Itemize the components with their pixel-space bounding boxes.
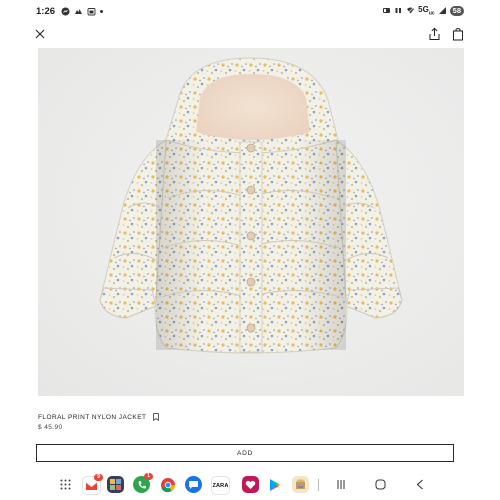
gmail-app-icon[interactable]: 9 xyxy=(82,474,103,495)
taskbar-divider xyxy=(318,479,319,491)
gallery-icon xyxy=(110,479,121,490)
product-name-row: FLORAL PRINT NYLON JACKET xyxy=(38,413,160,421)
signal-icon xyxy=(438,6,447,15)
phone-badge: 1 xyxy=(144,473,153,480)
chrome-app-icon[interactable] xyxy=(159,476,176,493)
status-time: 1:26 xyxy=(36,6,56,17)
status-bar: 1:26 5Guc 58 xyxy=(0,0,500,22)
app-drawer-icon[interactable] xyxy=(60,479,71,490)
alarm-icon xyxy=(382,6,391,15)
chat-bubble-icon xyxy=(189,480,198,489)
mute-icon xyxy=(394,6,403,15)
amazon-app-icon[interactable] xyxy=(292,476,309,493)
status-left: 1:26 xyxy=(36,6,104,17)
product-price: $ 45.90 xyxy=(38,424,63,431)
play-store-icon xyxy=(270,478,282,491)
heart-app-icon[interactable] xyxy=(242,476,259,493)
dot-icon xyxy=(100,10,104,13)
top-app-bar xyxy=(0,24,500,46)
phone-app-icon[interactable]: 1 xyxy=(133,473,153,493)
gmail-badge: 9 xyxy=(94,474,103,481)
share-icon[interactable] xyxy=(428,27,441,41)
network-type: 5Guc xyxy=(418,5,435,17)
heart-icon xyxy=(245,480,256,489)
shopping-bag-icon[interactable] xyxy=(452,27,464,41)
close-icon[interactable] xyxy=(34,28,46,40)
product-image[interactable] xyxy=(38,48,464,396)
gmail-logo-icon xyxy=(85,481,98,490)
battery-indicator: 58 xyxy=(449,5,464,16)
chrome-icon xyxy=(160,477,175,492)
back-icon[interactable] xyxy=(416,479,424,490)
play-store-app-icon[interactable] xyxy=(267,476,284,493)
calendar-icon xyxy=(87,7,96,16)
home-icon[interactable] xyxy=(375,479,386,490)
amazon-box-icon xyxy=(296,479,305,489)
wifi-off-icon xyxy=(406,6,415,15)
cloud-icon xyxy=(74,7,83,16)
messages-app-icon[interactable] xyxy=(185,476,202,493)
zara-app-icon[interactable]: ZARA xyxy=(211,476,230,495)
bookmark-icon[interactable] xyxy=(153,413,160,421)
status-right: 5Guc 58 xyxy=(382,5,464,17)
navigation-bar: 9 1 ZARA xyxy=(0,470,500,500)
add-to-bag-button[interactable]: ADD xyxy=(36,444,454,462)
phone-icon xyxy=(138,480,146,488)
gallery-app-icon[interactable] xyxy=(107,476,124,493)
recents-icon[interactable] xyxy=(336,479,346,490)
messenger-icon xyxy=(61,7,70,16)
jacket-illustration xyxy=(99,57,403,354)
product-name: FLORAL PRINT NYLON JACKET xyxy=(38,413,147,421)
